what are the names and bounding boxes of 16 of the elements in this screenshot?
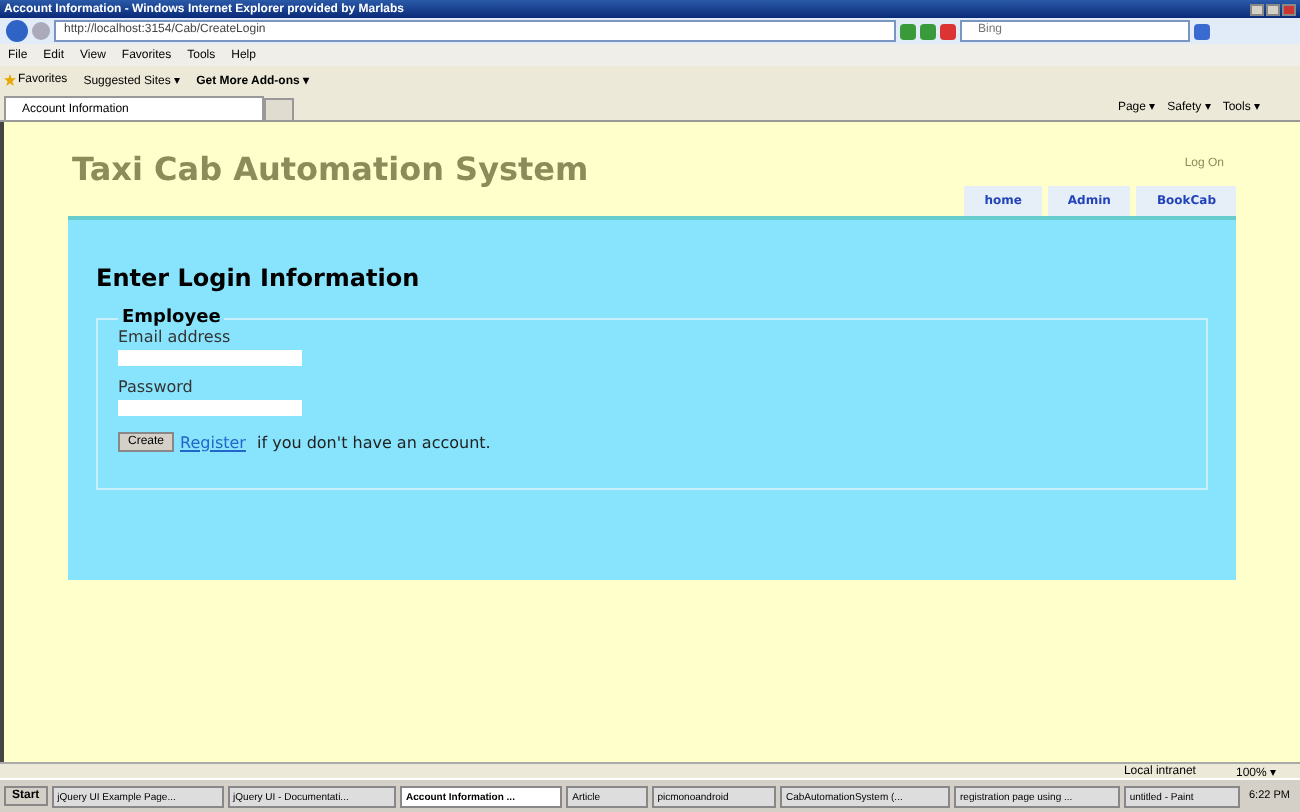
star-icon bbox=[4, 73, 16, 85]
close-button[interactable] bbox=[1282, 3, 1296, 15]
input-field[interactable] bbox=[118, 400, 302, 416]
field-label: Email address bbox=[118, 328, 233, 346]
fieldset-legend: Employee bbox=[118, 308, 225, 328]
maximize-button[interactable] bbox=[1266, 3, 1280, 15]
input-field[interactable] bbox=[118, 350, 302, 366]
site-title: Taxi Cab Automation System bbox=[72, 150, 589, 188]
register-hint: if you don't have an account. bbox=[254, 433, 491, 451]
field-label: Password bbox=[118, 378, 195, 396]
forward-button[interactable] bbox=[32, 22, 50, 40]
minimize-button[interactable] bbox=[1250, 3, 1264, 15]
register-link[interactable]: Register bbox=[180, 433, 246, 451]
page-heading: Enter Login Information bbox=[96, 264, 422, 292]
back-button[interactable] bbox=[6, 20, 28, 42]
new-tab-button[interactable] bbox=[264, 98, 294, 120]
